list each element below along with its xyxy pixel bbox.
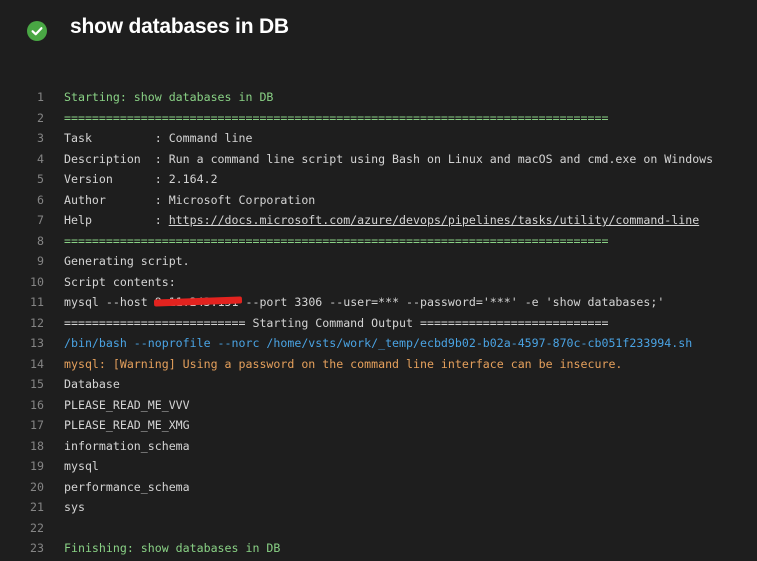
line-number: 3	[37, 131, 44, 145]
log-line: 4 Description : Run a command line script…	[0, 149, 757, 170]
log-line: 20 performance_schema	[0, 477, 757, 498]
line-text: Author : Microsoft Corporation	[64, 192, 316, 207]
log-line: 16 PLEASE_READ_ME_VVV	[0, 395, 757, 416]
redacted-host: 9.11.243.151	[155, 292, 239, 313]
line-number: 15	[30, 377, 44, 391]
log-line: 23 Finishing: show databases in DB	[0, 538, 757, 559]
line-text: /bin/bash --noprofile --norc /home/vsts/…	[64, 336, 693, 350]
line-number: 6	[37, 192, 44, 207]
line-text: ========================== Starting Comm…	[64, 315, 609, 330]
log-line: 19 mysql	[0, 456, 757, 477]
line-number: 18	[30, 438, 44, 453]
log-line: 1 Starting: show databases in DB	[0, 87, 757, 108]
line-number: 23	[30, 541, 44, 555]
line-text: Generating script.	[64, 254, 190, 268]
line-text: Help : https://docs.microsoft.com/azure/…	[64, 210, 699, 231]
line-number: 17	[30, 418, 44, 432]
command-prefix: mysql --host	[64, 295, 155, 309]
line-text: ========================================…	[64, 233, 609, 248]
log-line: 17 PLEASE_READ_ME_XMG	[0, 415, 757, 436]
log-line: 5 Version : 2.164.2	[0, 169, 757, 190]
log-line: 22	[0, 518, 757, 539]
log-line: 10 Script contents:	[0, 272, 757, 293]
line-text: PLEASE_READ_ME_VVV	[64, 397, 190, 412]
log-line: 9 Generating script.	[0, 251, 757, 272]
line-number: 1	[37, 90, 44, 104]
line-text: mysql: [Warning] Using a password on the…	[64, 356, 623, 371]
log-line: 7 Help : https://docs.microsoft.com/azure…	[0, 210, 757, 231]
line-text: Task : Command line	[64, 131, 253, 145]
line-number: 20	[30, 479, 44, 494]
check-circle-icon	[27, 21, 47, 41]
line-text: information_schema	[64, 438, 190, 453]
line-number: 14	[30, 356, 44, 371]
log-line: 21 sys	[0, 497, 757, 518]
line-number: 2	[37, 110, 44, 125]
line-number: 9	[37, 254, 44, 268]
line-number: 21	[30, 500, 44, 514]
line-text: performance_schema	[64, 479, 190, 494]
line-number: 12	[30, 315, 44, 330]
line-text: Script contents:	[64, 274, 176, 289]
line-text: Finishing: show databases in DB	[64, 541, 281, 555]
line-number: 11	[30, 295, 44, 309]
line-number: 19	[30, 459, 44, 473]
line-number: 13	[30, 336, 44, 350]
log-line: 3 Task : Command line	[0, 128, 757, 149]
log-header: show databases in DB	[0, 0, 757, 62]
line-text: mysql	[64, 459, 99, 473]
line-text: Starting: show databases in DB	[64, 90, 274, 104]
log-line: 6 Author : Microsoft Corporation	[0, 190, 757, 211]
line-text: ========================================…	[64, 110, 609, 125]
line-text: sys	[64, 500, 85, 514]
line-number: 5	[37, 172, 44, 186]
log-output: 1 Starting: show databases in DB 2 ========…	[0, 87, 757, 559]
line-text: PLEASE_READ_ME_XMG	[64, 418, 190, 432]
line-label: Help :	[64, 213, 169, 227]
log-line: 12 ========================== Starting Co…	[0, 313, 757, 334]
log-line: 13/bin/bash --noprofile --norc /home/vst…	[0, 333, 757, 354]
command-suffix: --port 3306 --user=*** --password='***' …	[238, 295, 665, 309]
line-text: mysql --host 9.11.243.151 --port 3306 --…	[64, 292, 664, 313]
log-line: 14 mysql: [Warning] Using a password on t…	[0, 354, 757, 375]
help-link[interactable]: https://docs.microsoft.com/azure/devops/…	[169, 213, 699, 227]
page-title: show databases in DB	[70, 15, 289, 38]
line-text: Database	[64, 377, 120, 391]
log-line: 18 information_schema	[0, 436, 757, 457]
log-line: 11 mysql --host 9.11.243.151 --port 3306 …	[0, 292, 757, 313]
line-number: 4	[37, 151, 44, 166]
line-number: 8	[37, 233, 44, 248]
line-number: 16	[30, 397, 44, 412]
log-line: 15 Database	[0, 374, 757, 395]
line-number: 7	[37, 213, 44, 227]
line-text: Description : Run a command line script …	[64, 151, 714, 166]
line-number: 22	[30, 520, 44, 535]
log-line: 2 =======================================…	[0, 108, 757, 129]
line-number: 10	[30, 274, 44, 289]
line-text: Version : 2.164.2	[64, 172, 218, 186]
log-line: 8 =======================================…	[0, 231, 757, 252]
